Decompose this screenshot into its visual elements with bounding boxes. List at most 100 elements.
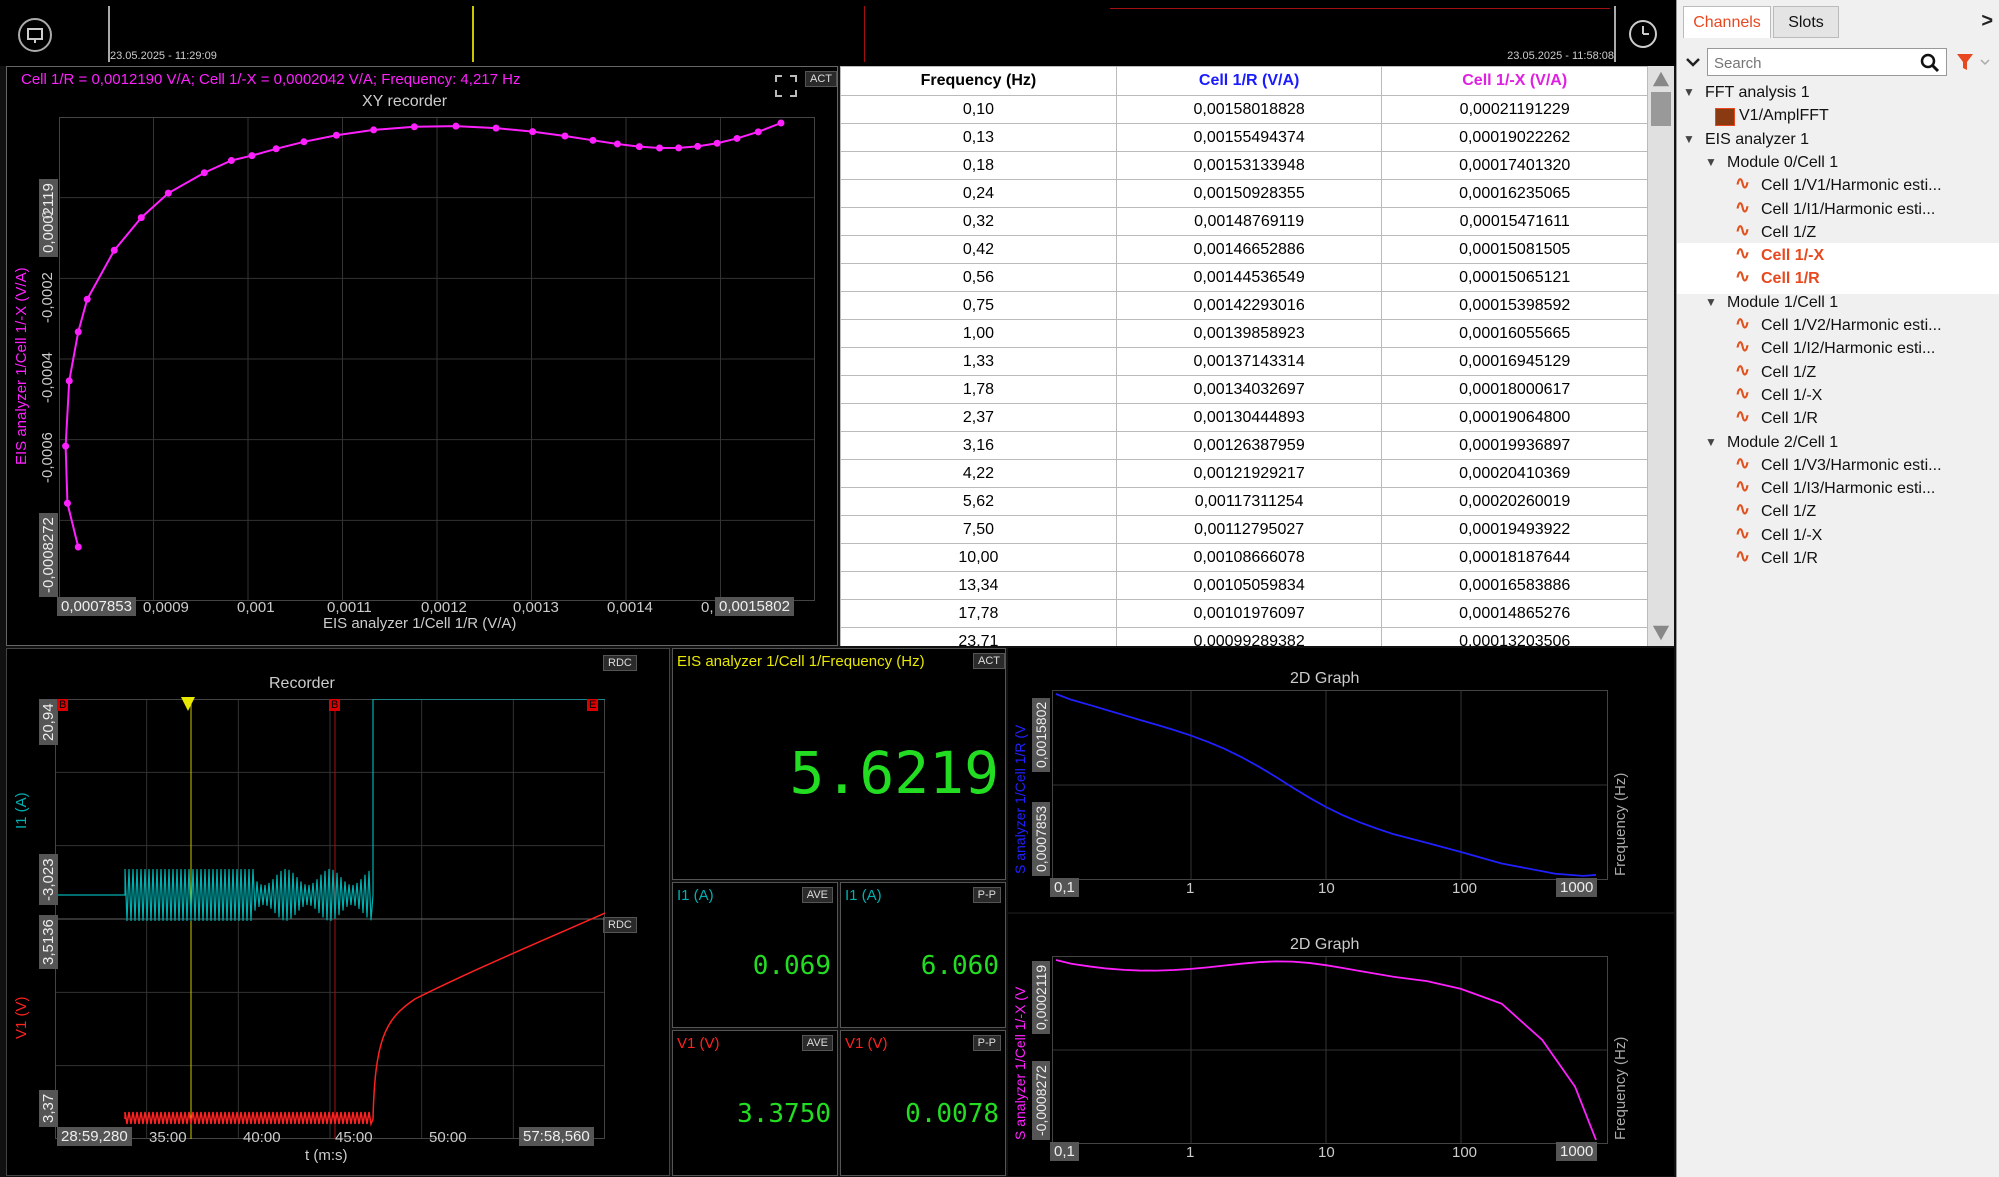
data-point [561,132,569,140]
graph-r-y-min: 0,0007853 [1032,801,1050,876]
table-row[interactable]: 0,56 0,00144536549 0,00015065121 [840,263,1648,292]
table-row[interactable]: 1,00 0,00139858923 0,00016055665 [840,319,1648,348]
table-row[interactable]: 4,22 0,00121929217 0,00020410369 [840,459,1648,488]
table-row[interactable]: 0,10 0,00158018828 0,00021191229 [840,95,1648,124]
col-cell-x[interactable]: Cell 1/-X (V/A) [1381,66,1648,96]
recorder-marker-b2[interactable]: B [329,699,341,711]
tree-item-label: Cell 1/Z [1761,503,1817,521]
xy-recorder-panel[interactable]: Cell 1/R = 0,0012190 V/A; Cell 1/-X = 0,… [6,66,838,646]
v1-trace [124,912,605,1127]
expand-toggle-icon[interactable]: ▼ [1705,435,1717,449]
history-button[interactable] [1627,18,1659,50]
table-row[interactable]: 1,78 0,00134032697 0,00018000617 [840,375,1648,404]
search-input[interactable] [1712,51,1906,75]
xy-x-tick-6: 0, [701,599,714,616]
table-cell: 17,78 [840,599,1117,628]
filter-button[interactable] [1953,50,1993,76]
table-row[interactable]: 0,18 0,00153133948 0,00017401320 [840,151,1648,180]
table-row[interactable]: 1,33 0,00137143314 0,00016945129 [840,347,1648,376]
recorder-plot-area[interactable] [55,699,605,1139]
table-scrollbar[interactable] [1648,66,1674,646]
graph-r-panel[interactable]: 2D Graph S analyzer 1/Cell 1/R (V 0,0015… [1008,648,1674,912]
graph-x-x-max: 1000 [1556,1142,1598,1161]
signal-wave-icon: ∿ [1735,476,1751,497]
table-cell: 0,00126387959 [1115,431,1383,460]
table-row[interactable]: 7,50 0,00112795027 0,00019493922 [840,515,1648,544]
scroll-thumb[interactable] [1651,92,1671,126]
meter-v1-ave[interactable]: V1 (V) AVE 3.3750 [672,1030,838,1176]
home-button[interactable] [18,18,52,52]
table-row[interactable]: 13,34 0,00105059834 0,00016583886 [840,571,1648,600]
meter-i1-pp[interactable]: I1 (A) P-P 6.060 [840,882,1006,1028]
table-row[interactable]: 5,62 0,00117311254 0,00020260019 [840,487,1648,516]
data-table[interactable]: Frequency (Hz) Cell 1/R (V/A) Cell 1/-X … [840,66,1648,646]
table-row[interactable]: 0,13 0,00155494374 0,00019022262 [840,123,1648,152]
col-frequency[interactable]: Frequency (Hz) [840,66,1117,96]
data-table-panel[interactable]: Frequency (Hz) Cell 1/R (V/A) Cell 1/-X … [840,66,1674,646]
data-point [529,128,537,136]
sidebar-collapse-button[interactable]: > [1981,10,1993,33]
table-row[interactable]: 10,00 0,00108666078 0,00018187644 [840,543,1648,572]
recorder-marker-e[interactable]: E [587,699,599,711]
overview-timeline[interactable]: 23.05.2025 - 11:29:09 23.05.2025 - 11:58… [108,6,1616,62]
table-row[interactable]: 2,37 0,00130444893 0,00019064800 [840,403,1648,432]
tree-item-label: Cell 1/V2/Harmonic esti... [1761,317,1942,334]
expand-toggle-icon[interactable]: ▼ [1705,155,1717,169]
expand-toggle-icon[interactable]: ▼ [1705,295,1717,309]
graph-x-plot[interactable] [1052,956,1608,1144]
table-cell: 0,00017401320 [1381,151,1648,180]
col-cell-r[interactable]: Cell 1/R (V/A) [1115,66,1383,96]
search-icon[interactable] [1920,53,1940,73]
table-cell: 5,62 [840,487,1117,516]
table-cell: 0,18 [840,151,1117,180]
search-field[interactable] [1707,48,1947,76]
overview-marker [864,6,865,62]
table-cell: 0,00015471611 [1381,207,1648,236]
table-row[interactable]: 0,42 0,00146652886 0,00015081505 [840,235,1648,264]
signal-wave-icon: ∿ [1735,173,1751,194]
fullscreen-button[interactable] [773,73,799,99]
signal-wave-icon: ∿ [1735,359,1751,380]
table-cell: 0,00150928355 [1115,179,1383,208]
tree-item[interactable]: ∿ Cell 1/R [1677,546,1999,574]
graph-x-x-tick-0: 1 [1186,1144,1195,1161]
meter-title: V1 (V) [845,1035,888,1052]
table-row[interactable]: 0,75 0,00142293016 0,00015398592 [840,291,1648,320]
tree-item-label: Module 1/Cell 1 [1727,293,1839,311]
table-row[interactable]: 23,71 0,00099289382 0,00013203506 [840,627,1648,646]
tab-channels[interactable]: Channels [1683,6,1771,38]
graph-r-x-min: 0,1 [1050,878,1079,897]
xy-y-tick-2: -0,0004 [39,352,56,403]
data-point [656,144,664,152]
graph-r-ylabel: S analyzer 1/Cell 1/R (V [1012,724,1028,874]
scroll-up-button[interactable] [1652,71,1670,87]
table-cell: 0,00108666078 [1115,543,1383,572]
overview-cursor[interactable] [472,6,474,62]
table-row[interactable]: 0,24 0,00150928355 0,00016235065 [840,179,1648,208]
xy-plot-area[interactable] [59,117,815,601]
recorder-i1-min: -3,023 [39,854,58,905]
table-cell: 3,16 [840,431,1117,460]
table-row[interactable]: 17,78 0,00101976097 0,00014865276 [840,599,1648,628]
table-row[interactable]: 0,32 0,00148769119 0,00015471611 [840,207,1648,236]
meter-v1-pp[interactable]: V1 (V) P-P 0.0078 [840,1030,1006,1176]
table-cell: 0,00139858923 [1115,319,1383,348]
table-row[interactable]: 3,16 0,00126387959 0,00019936897 [840,431,1648,460]
graph-x-panel[interactable]: 2D Graph S analyzer 1/Cell 1/-X (V 0,000… [1008,914,1674,1176]
recorder-marker-b1[interactable]: B [57,699,69,711]
meter-i1-ave[interactable]: I1 (A) AVE 0.069 [672,882,838,1028]
tree-item-label: Module 2/Cell 1 [1727,433,1839,451]
signal-wave-icon: ∿ [1735,522,1751,543]
meter-badge: P-P [972,1035,1001,1051]
expand-all-button[interactable] [1683,50,1703,74]
graph-r-plot[interactable] [1052,690,1608,880]
expand-toggle-icon[interactable]: ▼ [1683,85,1695,99]
timeline-end-time: 23.05.2025 - 11:58:08 [1507,50,1614,62]
tab-channels-label: Channels [1693,14,1761,31]
expand-toggle-icon[interactable]: ▼ [1683,132,1695,146]
tab-slots[interactable]: Slots [1773,6,1839,38]
graph-r-right-label: Frequency (Hz) [1612,772,1629,876]
scroll-down-button[interactable] [1652,625,1670,641]
recorder-panel[interactable]: Recorder RDC RDC I1 (A) V1 (V) 20,94 -3,… [6,648,670,1176]
frequency-meter[interactable]: EIS analyzer 1/Cell 1/Frequency (Hz) ACT… [672,648,1006,880]
